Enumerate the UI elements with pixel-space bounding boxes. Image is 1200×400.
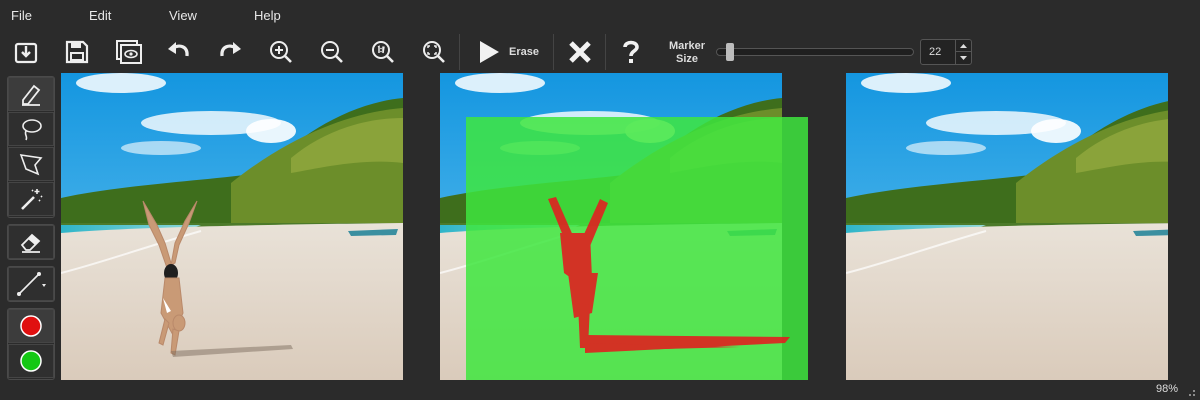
green-marker-button[interactable]: [8, 344, 54, 378]
menu-view[interactable]: View: [169, 8, 197, 23]
spin-up-button[interactable]: [955, 40, 971, 52]
zoom-fit-button[interactable]: [416, 36, 452, 68]
open-icon: [14, 42, 38, 64]
marker-tool[interactable]: [8, 77, 54, 111]
preview-button[interactable]: [110, 36, 146, 68]
toolbar-separator: [553, 34, 554, 70]
marker-size-spinbox[interactable]: 22: [920, 39, 972, 65]
marker-size-slider[interactable]: [716, 42, 914, 62]
spin-down-button[interactable]: [955, 52, 971, 64]
open-button[interactable]: [8, 36, 44, 68]
erase-label[interactable]: Erase: [509, 46, 539, 58]
menu-bar: File Edit View Help: [0, 0, 1200, 32]
close-icon: [569, 41, 591, 63]
polygon-lasso-tool[interactable]: [8, 147, 54, 181]
menu-edit[interactable]: Edit: [89, 8, 111, 23]
marker-size-label: Marker Size: [660, 40, 714, 66]
play-icon: [480, 41, 499, 63]
zoom-actual-button[interactable]: [365, 36, 401, 68]
save-button[interactable]: [59, 36, 95, 68]
status-bar: 98%: [0, 380, 1200, 400]
toolbar-separator: [459, 34, 460, 70]
undo-button[interactable]: [161, 36, 197, 68]
zoom-in-icon: [270, 41, 292, 63]
red-marker-button[interactable]: [8, 309, 54, 343]
chevron-down-icon: [960, 55, 967, 60]
question-icon: [623, 40, 639, 63]
resize-grip-icon[interactable]: [1186, 387, 1196, 397]
lasso-icon: [22, 119, 42, 141]
marked-image: [440, 73, 808, 380]
toolbar: Erase: [0, 32, 1200, 72]
red-color-swatch: [20, 315, 42, 337]
original-image-panel[interactable]: [61, 73, 403, 380]
green-color-swatch: [20, 350, 42, 372]
zoom-level: 98%: [1155, 383, 1178, 395]
line-icon: [17, 272, 46, 296]
zoom-out-icon: [321, 41, 343, 63]
marker-size-label-line1: Marker: [668, 40, 706, 52]
preview-icon: [116, 40, 142, 64]
redo-icon: [220, 42, 241, 57]
menu-help[interactable]: Help: [254, 8, 281, 23]
magic-wand-tool[interactable]: [8, 182, 54, 216]
menu-file[interactable]: File: [11, 8, 32, 23]
marked-image-panel[interactable]: [440, 73, 808, 380]
help-button[interactable]: [613, 36, 649, 68]
marker-size-value[interactable]: 22: [929, 46, 941, 58]
chevron-up-icon: [960, 44, 967, 48]
undo-icon: [168, 42, 189, 57]
slider-handle[interactable]: [726, 43, 734, 61]
polygon-lasso-icon: [19, 154, 43, 176]
zoom-out-button[interactable]: [314, 36, 350, 68]
save-icon: [65, 40, 89, 64]
erase-button[interactable]: [470, 36, 506, 68]
toolbar-separator: [605, 34, 606, 70]
original-image: [61, 73, 403, 380]
marker-pen-icon: [22, 84, 41, 106]
zoom-in-button[interactable]: [263, 36, 299, 68]
magic-wand-icon: [21, 189, 43, 210]
zoom-actual-size-icon: [372, 41, 394, 63]
clear-button[interactable]: [562, 36, 598, 68]
slider-track: [716, 48, 914, 56]
result-image-panel[interactable]: [846, 73, 1168, 380]
marker-size-label-line2: Size: [675, 53, 698, 65]
eraser-icon: [20, 233, 41, 253]
result-image: [846, 73, 1168, 380]
redo-button[interactable]: [212, 36, 248, 68]
eraser-tool[interactable]: [8, 225, 54, 259]
zoom-fit-icon: [423, 41, 445, 63]
line-tool[interactable]: [8, 267, 54, 301]
lasso-tool[interactable]: [8, 112, 54, 146]
